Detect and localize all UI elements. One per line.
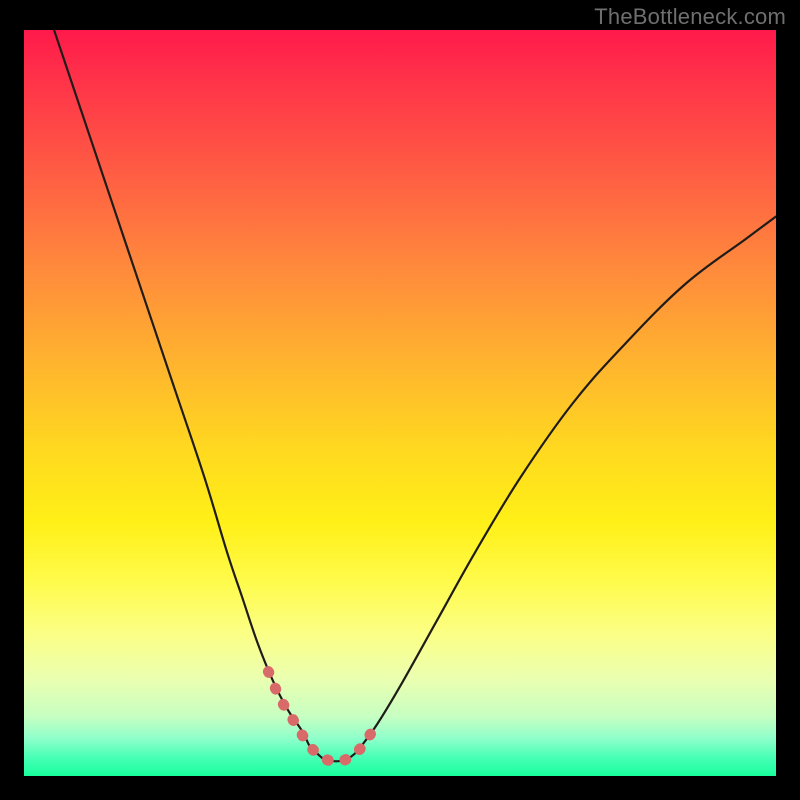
bottleneck-curve — [54, 30, 776, 761]
curve-layer — [24, 30, 776, 776]
plot-area — [24, 30, 776, 776]
attribution-label: TheBottleneck.com — [594, 4, 786, 30]
highlight-segment — [268, 672, 379, 762]
chart-container: TheBottleneck.com — [0, 0, 800, 800]
